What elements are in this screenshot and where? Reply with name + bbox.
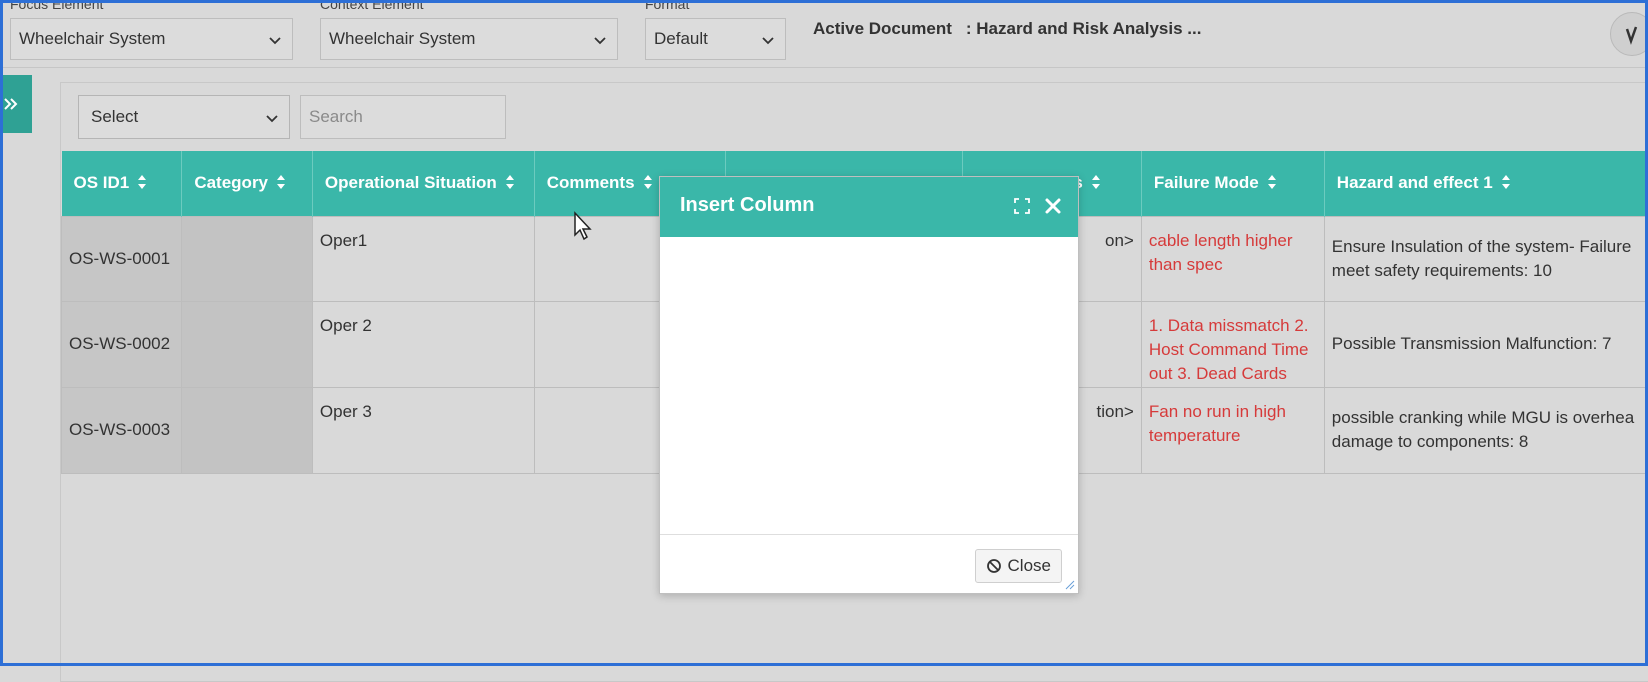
cell-failure-mode[interactable]: Fan no run in high temperature: [1140, 386, 1325, 474]
active-document-value: : Hazard and Risk Analysis ...: [965, 19, 1202, 38]
cell-hazard-effect[interactable]: Ensure Insulation of the system- Failure…: [1323, 215, 1648, 302]
avatar[interactable]: [1610, 12, 1648, 56]
active-document-label: Active Document: [813, 19, 952, 38]
logo-icon: [1625, 26, 1638, 45]
context-element-select[interactable]: Wheelchair System: [320, 18, 618, 60]
cell-operational-situation[interactable]: Oper1: [311, 215, 535, 302]
cell-os-id[interactable]: OS-WS-0003: [60, 386, 183, 474]
cell-os-id[interactable]: OS-WS-0001: [60, 215, 183, 302]
sort-icon[interactable]: [276, 174, 286, 190]
cell-operational-situation[interactable]: Oper 3: [311, 386, 535, 474]
sort-icon[interactable]: [1501, 174, 1511, 190]
cell-os-id[interactable]: OS-WS-0002: [60, 300, 183, 388]
active-document: Active Document : Hazard and Risk Analysi…: [813, 19, 1201, 39]
format-select[interactable]: Default: [645, 18, 786, 60]
column-header-hazard-effect[interactable]: Hazard and effect 1: [1324, 151, 1648, 216]
cell-failure-mode[interactable]: 1. Data missmatch 2. Host Command Time o…: [1140, 300, 1325, 388]
double-chevron-right-icon: [4, 98, 18, 110]
chevron-down-icon: [762, 37, 774, 45]
context-element-label: Context Element: [320, 0, 424, 12]
chevron-down-icon: [266, 115, 278, 123]
sidebar-toggle-button[interactable]: [0, 75, 32, 133]
sort-icon[interactable]: [505, 174, 515, 190]
top-toolbar: Focus Element Wheelchair System Context …: [0, 0, 1648, 68]
close-icon[interactable]: [1044, 197, 1062, 215]
sort-icon[interactable]: [1267, 174, 1277, 190]
focus-element-select[interactable]: Wheelchair System: [10, 18, 293, 60]
close-button[interactable]: Close: [974, 549, 1062, 583]
dialog-body: [660, 237, 1078, 535]
cell-category[interactable]: [181, 386, 313, 474]
search-input[interactable]: [300, 95, 506, 139]
dialog-header[interactable]: Insert Column: [660, 177, 1078, 237]
column-header-failure-mode[interactable]: Failure Mode: [1141, 151, 1325, 216]
close-button-label: Close: [1007, 556, 1051, 575]
sort-icon[interactable]: [643, 174, 653, 190]
maximize-icon[interactable]: [1014, 198, 1030, 214]
context-element-value: Wheelchair System: [329, 29, 476, 48]
ban-icon: [986, 559, 1001, 573]
column-header-operational-situation[interactable]: Operational Situation: [312, 151, 535, 216]
focus-element-label: Focus Element: [10, 0, 104, 12]
chevron-down-icon: [594, 37, 606, 45]
dialog-footer: Close: [660, 535, 1078, 593]
column-filter-select[interactable]: Select: [78, 95, 290, 139]
cell-hazard-effect[interactable]: Possible Transmission Malfunction: 7: [1323, 300, 1648, 388]
insert-column-dialog: Insert Column Close: [659, 176, 1079, 594]
mouse-cursor-icon: [574, 211, 592, 241]
resize-handle-icon[interactable]: [1065, 580, 1075, 590]
chevron-down-icon: [269, 37, 281, 45]
format-label: Format: [645, 0, 690, 12]
column-header-category[interactable]: Category: [181, 151, 313, 216]
cell-operational-situation[interactable]: Oper 2: [311, 300, 535, 388]
column-filter-value: Select: [91, 107, 139, 126]
cell-category[interactable]: [181, 300, 313, 388]
sort-icon[interactable]: [1091, 174, 1101, 190]
focus-element-value: Wheelchair System: [19, 29, 166, 48]
dialog-title: Insert Column: [680, 194, 815, 216]
cell-failure-mode[interactable]: cable length higher than spec: [1140, 215, 1325, 302]
sort-icon[interactable]: [137, 174, 147, 190]
cell-hazard-effect[interactable]: possible cranking while MGU is overhea d…: [1323, 386, 1648, 474]
column-header-os-id[interactable]: OS ID1: [61, 151, 183, 216]
cell-category[interactable]: [181, 215, 313, 302]
format-value: Default: [654, 29, 708, 48]
